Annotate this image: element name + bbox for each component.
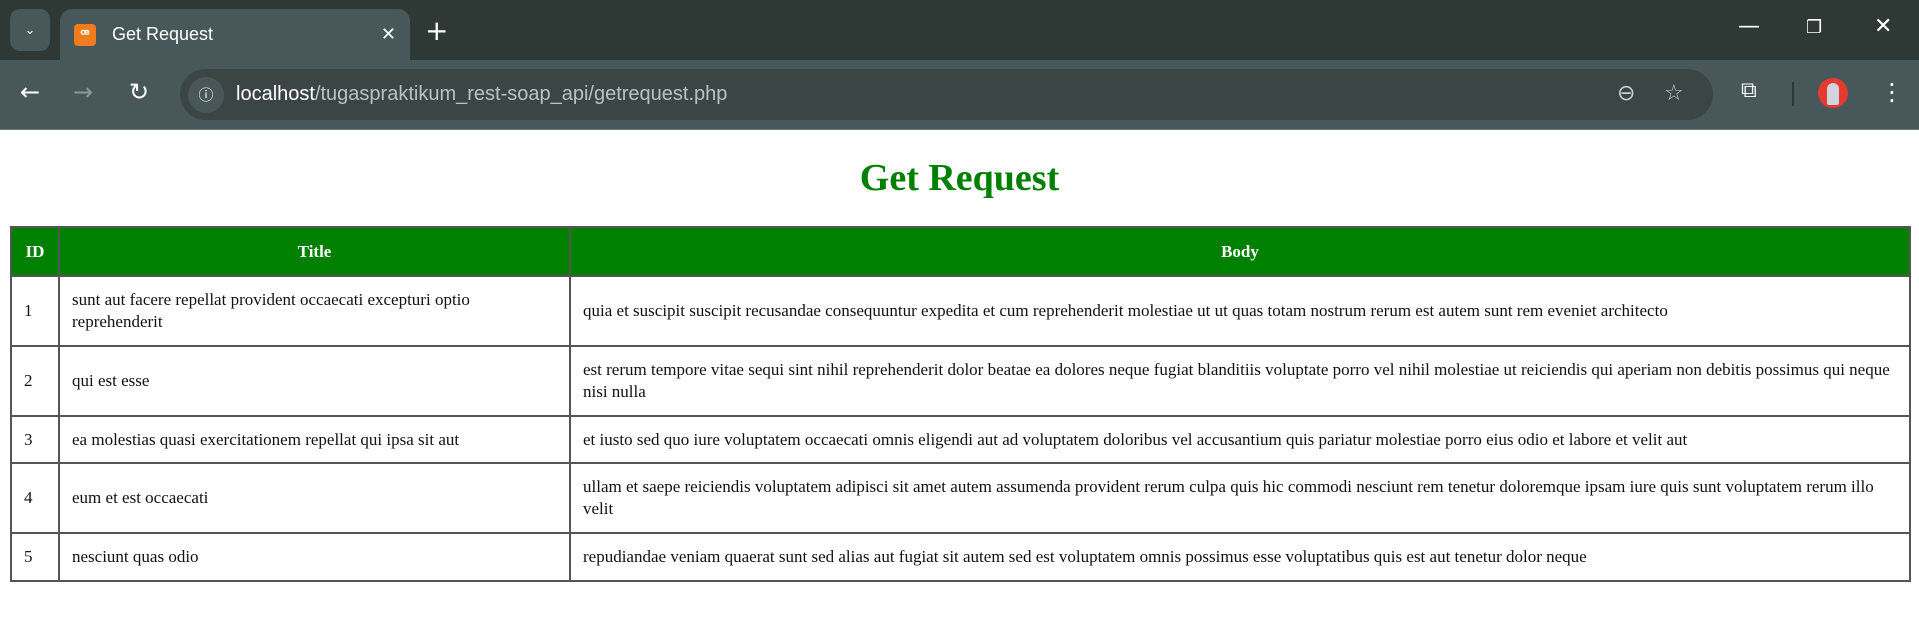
cell-body: repudiandae veniam quaerat sunt sed alia… <box>569 532 1911 582</box>
posts-table: ID Title Body 1 sunt aut facere repellat… <box>10 226 1911 582</box>
cell-id: 5 <box>10 532 60 582</box>
cell-id: 2 <box>10 345 60 417</box>
divider <box>1792 82 1794 106</box>
reload-icon[interactable]: ↻ <box>129 78 149 106</box>
url-text[interactable]: localhost/tugaspraktikum_rest-soap_api/g… <box>236 83 727 106</box>
tab-get-request[interactable]: ꟹ Get Request ✕ <box>60 9 410 60</box>
cell-id: 4 <box>10 462 60 534</box>
table-row: 1 sunt aut facere repellat provident occ… <box>10 275 1911 347</box>
close-window-icon[interactable]: ✕ <box>1874 14 1892 39</box>
tab-strip: ⌄ ꟹ Get Request ✕ + — ❐ ✕ <box>0 0 1919 60</box>
zoom-out-icon[interactable]: ⊖ <box>1617 81 1635 106</box>
bookmark-star-icon[interactable]: ☆ <box>1664 81 1684 106</box>
profile-avatar[interactable] <box>1818 78 1848 108</box>
cell-title: eum et est occaecati <box>58 462 571 534</box>
column-header-title: Title <box>58 226 571 277</box>
cell-id: 1 <box>10 275 60 347</box>
table-row: 5 nesciunt quas odio repudiandae veniam … <box>10 532 1911 582</box>
cell-title: ea molestias quasi exercitationem repell… <box>58 415 571 464</box>
extensions-puzzle-icon[interactable]: ⧉ <box>1741 78 1757 103</box>
chevron-down-icon: ⌄ <box>24 22 36 38</box>
forward-icon[interactable]: → <box>73 78 93 106</box>
cell-id: 3 <box>10 415 60 464</box>
restore-icon[interactable]: ❐ <box>1806 17 1822 38</box>
cell-body: et iusto sed quo iure voluptatem occaeca… <box>569 415 1911 464</box>
back-icon[interactable]: ← <box>20 78 40 106</box>
url-path: /tugaspraktikum_rest-soap_api/getrequest… <box>314 83 728 105</box>
browser-toolbar: ← → ↻ ⓘ localhost/tugaspraktikum_rest-so… <box>0 60 1919 130</box>
address-bar[interactable]: ⓘ localhost/tugaspraktikum_rest-soap_api… <box>180 69 1713 120</box>
tab-title: Get Request <box>112 24 214 44</box>
minimize-icon[interactable]: — <box>1738 14 1760 39</box>
table-row: 3 ea molestias quasi exercitationem repe… <box>10 415 1911 464</box>
page-title: Get Request <box>859 157 1060 199</box>
xampp-favicon-icon: ꟹ <box>74 23 96 46</box>
cell-title: qui est esse <box>58 345 571 417</box>
close-tab-icon[interactable]: ✕ <box>381 24 396 45</box>
site-info-icon[interactable]: ⓘ <box>188 76 224 113</box>
column-header-body: Body <box>569 226 1911 277</box>
table-header-row: ID Title Body <box>10 226 1911 277</box>
cell-title: nesciunt quas odio <box>58 532 571 582</box>
cell-title: sunt aut facere repellat provident occae… <box>58 275 571 347</box>
url-host: localhost <box>236 83 315 105</box>
menu-kebab-icon[interactable]: ⋮ <box>1880 78 1904 106</box>
table-row: 4 eum et est occaecati ullam et saepe re… <box>10 462 1911 534</box>
cell-body: quia et suscipit suscipit recusandae con… <box>569 275 1911 347</box>
new-tab-icon[interactable]: + <box>425 14 448 47</box>
table-row: 2 qui est esse est rerum tempore vitae s… <box>10 345 1911 417</box>
cell-body: ullam et saepe reiciendis voluptatem adi… <box>569 462 1911 534</box>
column-header-id: ID <box>10 226 60 277</box>
tab-search-button[interactable]: ⌄ <box>10 9 50 51</box>
cell-body: est rerum tempore vitae sequi sint nihil… <box>569 345 1911 417</box>
